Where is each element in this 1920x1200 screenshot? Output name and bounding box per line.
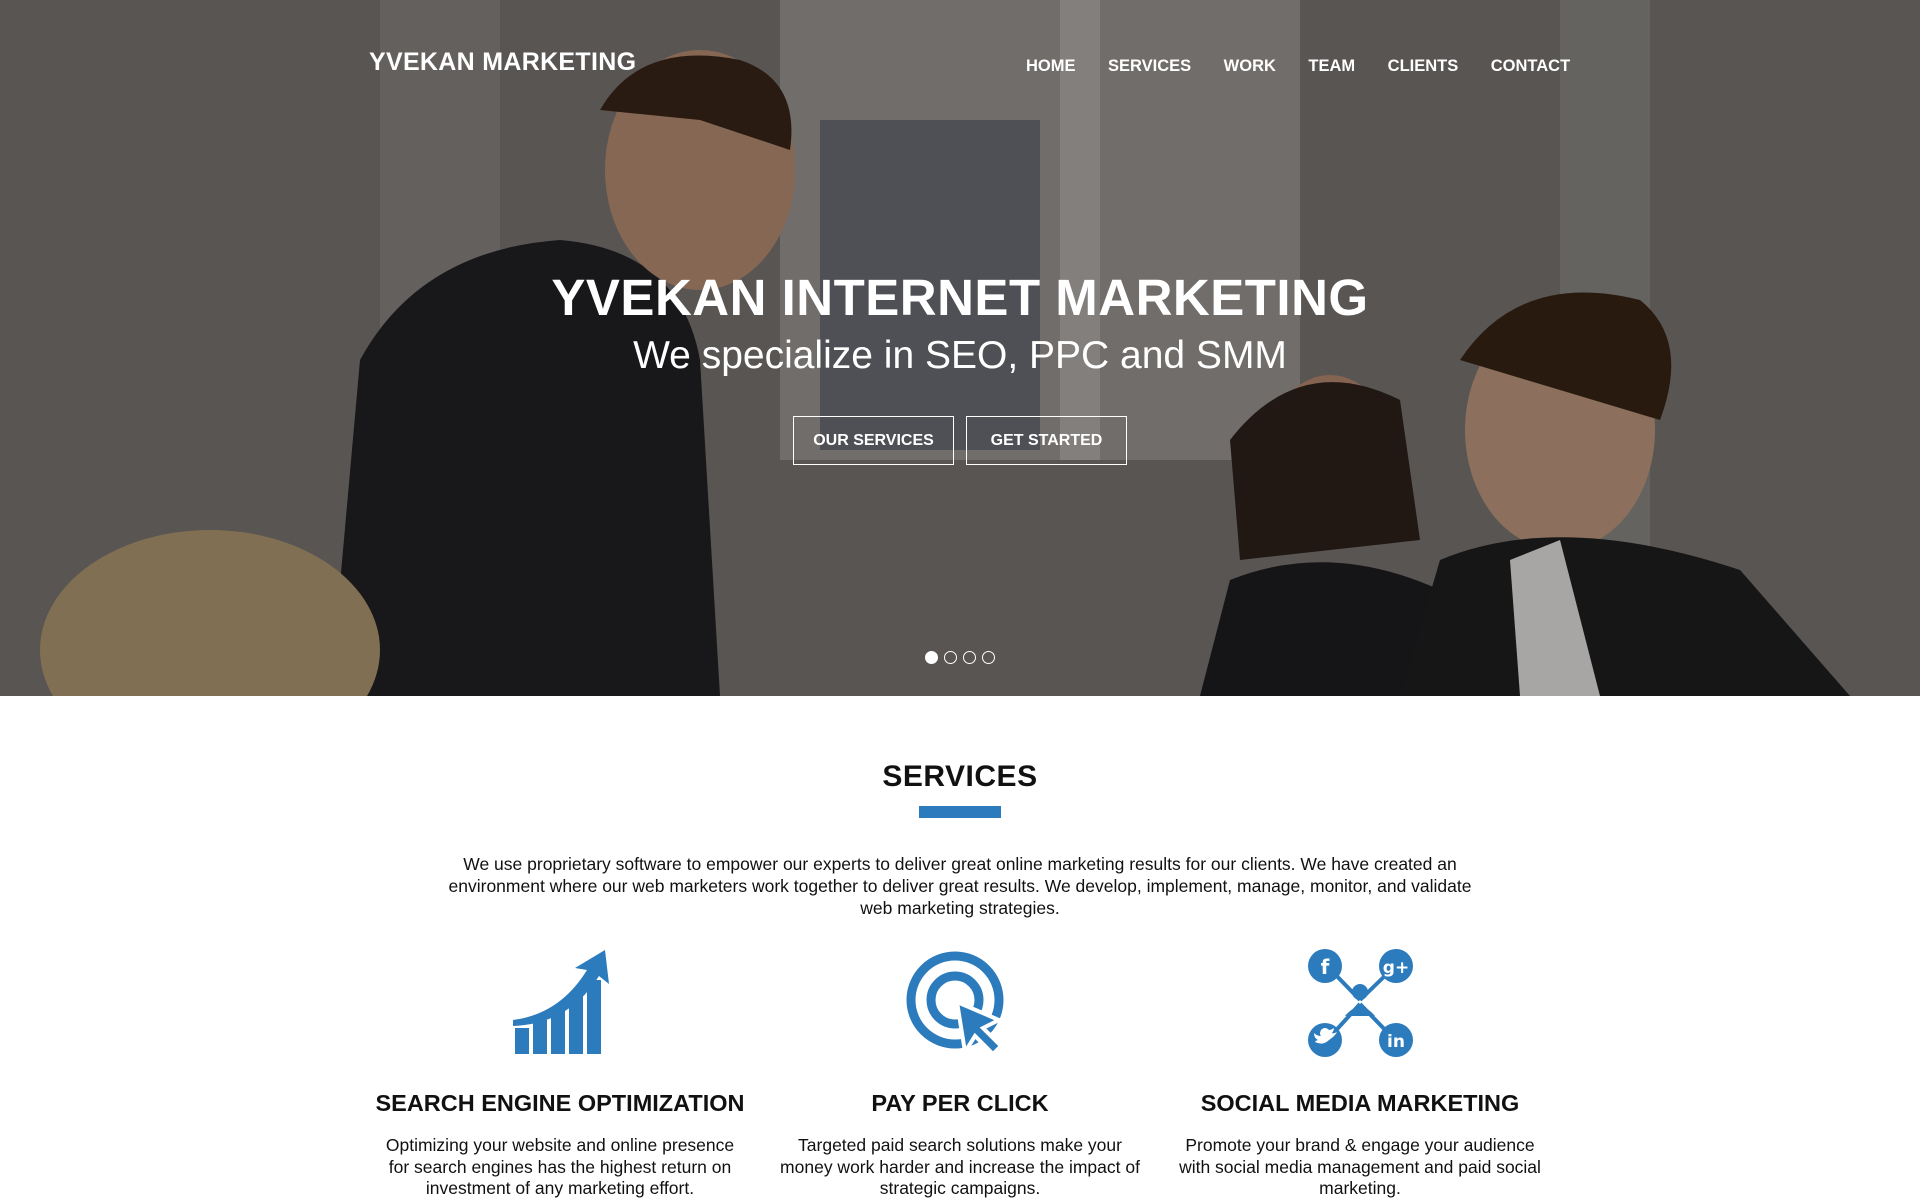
nav-contact[interactable]: CONTACT: [1491, 57, 1570, 76]
service-title: SOCIAL MEDIA MARKETING: [1200, 1090, 1520, 1116]
hero-subtitle: We specialize in SEO, PPC and SMM: [633, 334, 1287, 377]
social-network-icon: f g+ in: [1308, 949, 1413, 1057]
service-smm: f g+ in SOCIAL MEDIA MARKETING Promote y…: [1170, 948, 1550, 1200]
hero-section: YVEKAN MARKETING HOME SERVICES WORK TEAM…: [0, 0, 1920, 696]
heading-underline: [919, 806, 1001, 818]
slider-dot-4[interactable]: [982, 651, 995, 664]
nav-home[interactable]: HOME: [1026, 57, 1076, 76]
services-intro: We use proprietary software to empower o…: [448, 854, 1472, 918]
svg-text:g+: g+: [1383, 958, 1409, 978]
target-cursor-icon: [906, 951, 1004, 1058]
slider-dot-1[interactable]: [925, 651, 938, 664]
slider-dot-3[interactable]: [963, 651, 976, 664]
service-description: Promote your brand & engage your audienc…: [1179, 1135, 1541, 1198]
service-title: SEARCH ENGINE OPTIMIZATION: [375, 1090, 745, 1116]
svg-text:f: f: [1321, 955, 1330, 979]
service-description: Optimizing your website and online prese…: [385, 1135, 735, 1198]
slider-dot-2[interactable]: [944, 651, 957, 664]
svg-text:in: in: [1387, 1032, 1405, 1052]
slider-dots: [925, 651, 1001, 664]
main-nav: HOME SERVICES WORK TEAM CLIENTS CONTACT: [1026, 57, 1570, 76]
brand-logo-text[interactable]: YVEKAN MARKETING: [369, 48, 636, 77]
nav-team[interactable]: TEAM: [1308, 57, 1355, 76]
our-services-button[interactable]: OUR SERVICES: [793, 416, 954, 465]
hero-title: YVEKAN INTERNET MARKETING: [551, 269, 1369, 326]
nav-work[interactable]: WORK: [1224, 57, 1276, 76]
growth-chart-icon: [513, 950, 609, 1054]
service-seo: SEARCH ENGINE OPTIMIZATION Optimizing yo…: [370, 948, 750, 1200]
service-title: PAY PER CLICK: [871, 1090, 1049, 1116]
nav-services[interactable]: SERVICES: [1108, 57, 1191, 76]
get-started-button[interactable]: GET STARTED: [966, 416, 1127, 465]
nav-clients[interactable]: CLIENTS: [1388, 57, 1459, 76]
service-description: Targeted paid search solutions make your…: [780, 1135, 1140, 1198]
services-heading: SERVICES: [882, 760, 1038, 793]
service-ppc: PAY PER CLICK Targeted paid search solut…: [770, 948, 1150, 1200]
